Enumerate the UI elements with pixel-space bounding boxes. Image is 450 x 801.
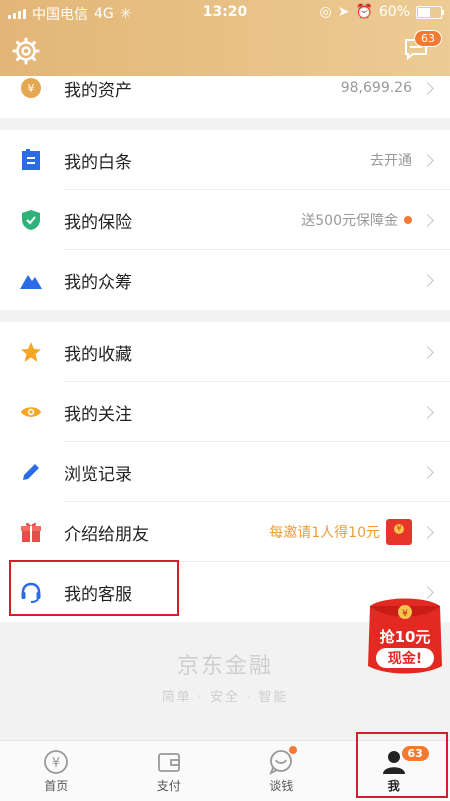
chevron-right-icon bbox=[421, 466, 434, 479]
alarm-icon: ⏰ bbox=[355, 4, 372, 20]
promo-red-envelope[interactable]: ¥ 抢10元 现金! bbox=[364, 592, 446, 678]
tab-me[interactable]: 我 63 bbox=[338, 741, 450, 801]
menu-value: 送500元保障金 bbox=[301, 210, 398, 230]
message-badge: 63 bbox=[414, 30, 442, 47]
menu-row-assets[interactable]: ¥ 我的资产 98,699.26 bbox=[0, 76, 450, 118]
tab-bar: ¥ 首页 支付 谈钱 我 63 bbox=[0, 740, 450, 801]
menu-row-baitiao[interactable]: 我的白条 去开通 bbox=[0, 130, 450, 190]
tab-label: 我 bbox=[388, 777, 400, 794]
menu-value: 去开通 bbox=[370, 150, 412, 170]
section-gap bbox=[0, 118, 450, 130]
menu-value-wrap: 每邀请1人得10元 bbox=[269, 519, 412, 545]
chevron-right-icon bbox=[421, 154, 434, 167]
tab-home[interactable]: ¥ 首页 bbox=[0, 741, 113, 801]
menu-label: 我的客服 bbox=[64, 580, 132, 605]
chevron-right-icon bbox=[421, 526, 434, 539]
header: 63 bbox=[0, 26, 450, 76]
tab-badge: 63 bbox=[401, 745, 430, 762]
menu-label: 我的关注 bbox=[64, 400, 132, 425]
chevron-right-icon bbox=[421, 406, 434, 419]
pen-icon bbox=[20, 461, 42, 483]
tab-label: 首页 bbox=[44, 777, 68, 794]
notification-dot bbox=[404, 216, 412, 224]
chevron-right-icon bbox=[421, 346, 434, 359]
menu-label: 我的资产 bbox=[64, 76, 132, 101]
svg-text:¥: ¥ bbox=[402, 609, 408, 619]
chevron-right-icon bbox=[421, 82, 434, 95]
assets-group: ¥ 我的资产 98,699.26 bbox=[0, 76, 450, 118]
tab-label: 支付 bbox=[157, 777, 181, 794]
menu-row-following[interactable]: 我的关注 bbox=[0, 382, 450, 442]
menu-label: 介绍给朋友 bbox=[64, 520, 149, 545]
mountain-icon bbox=[20, 269, 42, 291]
menu-label: 我的众筹 bbox=[64, 268, 132, 293]
promo-line1: 抢10元 bbox=[380, 628, 431, 646]
menu-label: 我的收藏 bbox=[64, 340, 132, 365]
menu-row-favorites[interactable]: 我的收藏 bbox=[0, 322, 450, 382]
battery-fill bbox=[418, 8, 430, 17]
menu-row-invite[interactable]: 介绍给朋友 每邀请1人得10元 bbox=[0, 502, 450, 562]
menu-value-wrap: 送500元保障金 bbox=[301, 210, 412, 230]
svg-text:¥: ¥ bbox=[52, 756, 60, 771]
tab-talk-money[interactable]: 谈钱 bbox=[225, 741, 338, 801]
shield-icon bbox=[20, 209, 42, 231]
lock-rotation-icon: ◎ bbox=[319, 4, 331, 20]
yuan-circle-icon: ¥ bbox=[43, 749, 69, 775]
wallet-icon bbox=[156, 749, 182, 775]
location-icon: ➤ bbox=[338, 4, 350, 20]
baitiao-icon bbox=[20, 149, 42, 171]
battery-percent: 60% bbox=[379, 4, 410, 20]
promo-line2: 现金! bbox=[388, 650, 422, 667]
battery-icon bbox=[416, 6, 442, 19]
tab-pay[interactable]: 支付 bbox=[113, 741, 226, 801]
status-bar: 中国电信 4G ✳ 13:20 ◎ ➤ ⏰ 60% bbox=[0, 0, 450, 26]
menu-label: 我的白条 bbox=[64, 148, 132, 173]
gear-icon[interactable] bbox=[12, 37, 40, 65]
status-right: ◎ ➤ ⏰ 60% bbox=[319, 4, 442, 20]
invite-reward-text: 每邀请1人得10元 bbox=[269, 522, 380, 542]
menu-value: 98,699.26 bbox=[341, 80, 412, 96]
yuan-coin-icon: ¥ bbox=[20, 77, 42, 99]
section-gap bbox=[0, 310, 450, 322]
menu-row-history[interactable]: 浏览记录 bbox=[0, 442, 450, 502]
star-icon bbox=[20, 341, 42, 363]
red-envelope-icon bbox=[386, 519, 412, 545]
menu-label: 浏览记录 bbox=[64, 460, 132, 485]
personal-group: 我的收藏 我的关注 浏览记录 介绍给朋友 每邀请1人得10元 bbox=[0, 322, 450, 622]
svg-text:¥: ¥ bbox=[28, 82, 35, 95]
brand-slogan: 简单 · 安全 · 智能 bbox=[0, 686, 450, 705]
menu-label: 我的保险 bbox=[64, 208, 132, 233]
tab-label: 谈钱 bbox=[269, 777, 293, 794]
eye-icon bbox=[20, 401, 42, 423]
menu-row-crowdfunding[interactable]: 我的众筹 bbox=[0, 250, 450, 310]
notification-dot bbox=[289, 746, 297, 754]
gift-icon bbox=[20, 521, 42, 543]
menu-row-insurance[interactable]: 我的保险 送500元保障金 bbox=[0, 190, 450, 250]
chevron-right-icon bbox=[421, 274, 434, 287]
headset-icon bbox=[20, 581, 42, 603]
chevron-right-icon bbox=[421, 214, 434, 227]
finance-group: 我的白条 去开通 我的保险 送500元保障金 我的众筹 bbox=[0, 130, 450, 310]
